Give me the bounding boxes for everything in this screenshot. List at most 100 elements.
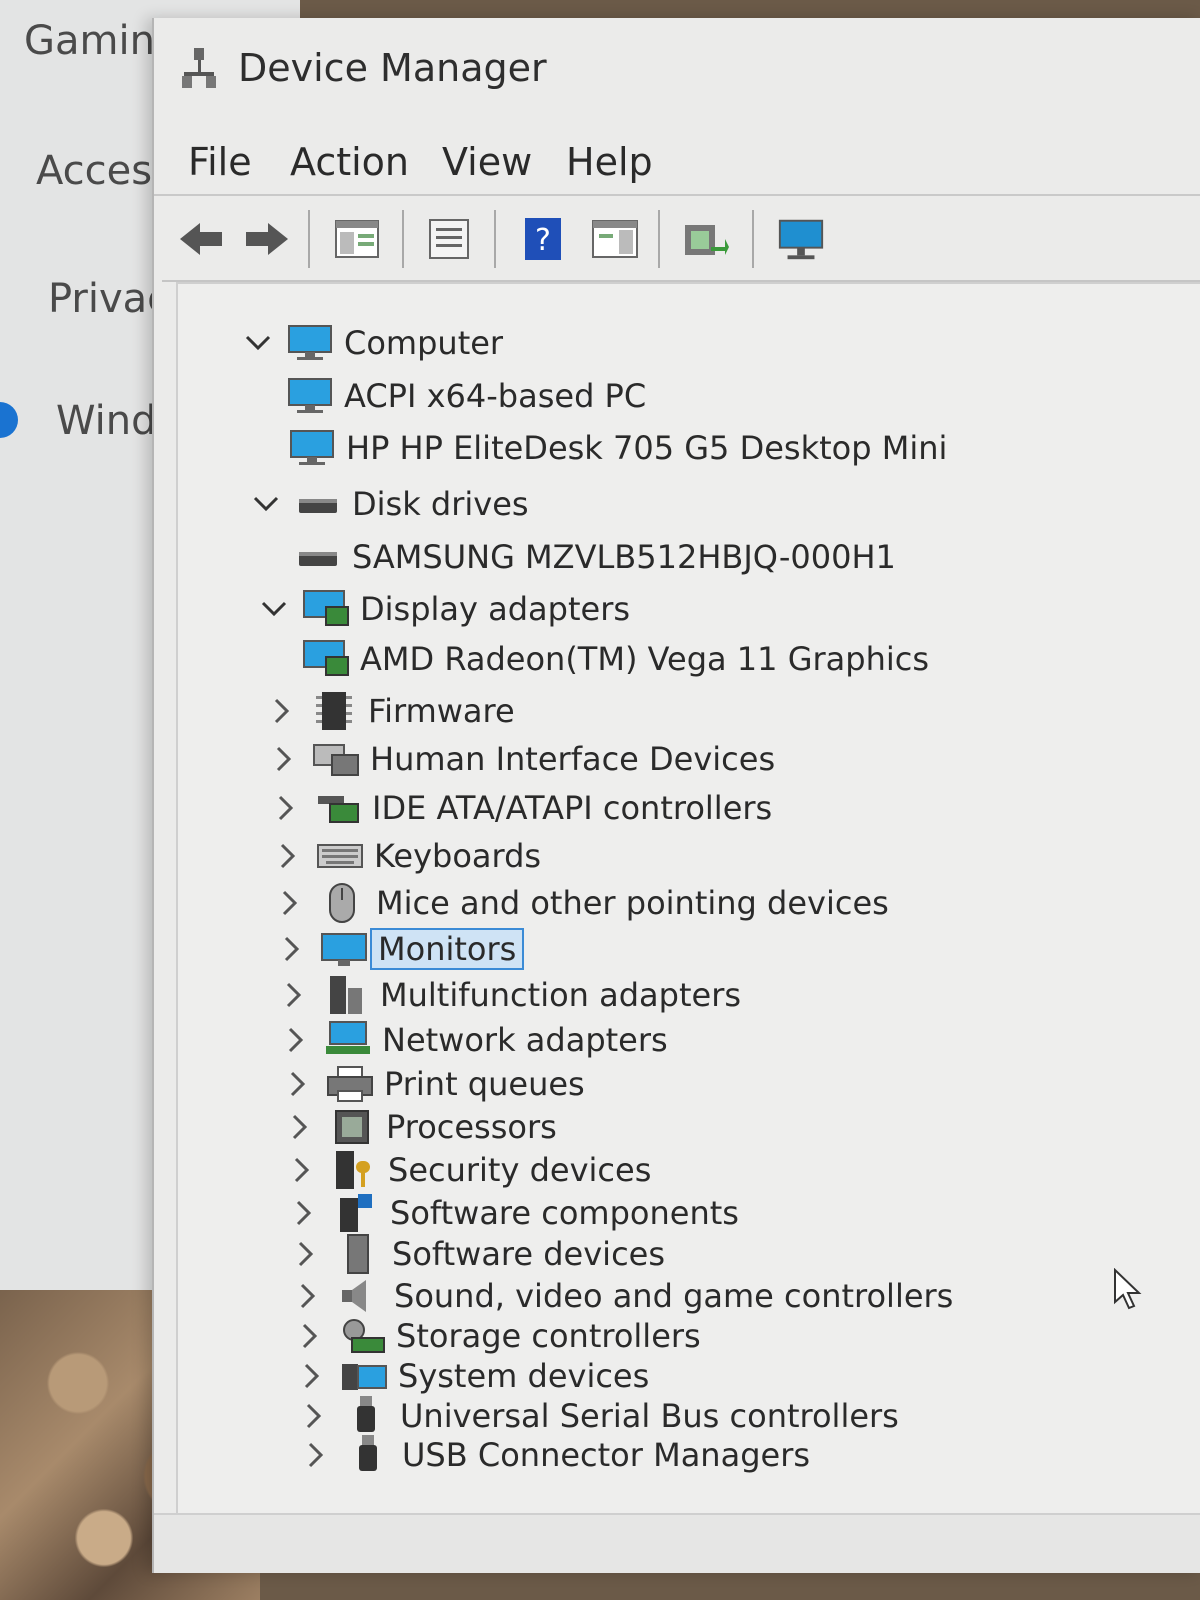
chevron-down-icon[interactable] [256, 591, 292, 627]
back-arrow-icon[interactable] [176, 214, 226, 264]
chevron-right-icon[interactable] [264, 693, 300, 729]
tree-row-label: Human Interface Devices [370, 740, 776, 778]
chevron-right-icon[interactable] [286, 1195, 322, 1231]
tree-row-acpi-x64-based-pc[interactable]: ACPI x64-based PC [286, 373, 646, 419]
chevron-right-icon[interactable] [288, 1236, 324, 1272]
menu-file[interactable]: File [188, 140, 252, 184]
tree-row-keyboards[interactable]: Keyboards [270, 833, 541, 879]
device-manager-icon [180, 46, 220, 94]
tree-row-label: System devices [398, 1357, 650, 1395]
chevron-right-icon[interactable] [290, 1278, 326, 1314]
tree-row-usb-connector-managers[interactable]: USB Connector Managers [298, 1432, 810, 1478]
tree-row-security-devices[interactable]: Security devices [284, 1147, 651, 1193]
printer-icon [326, 1064, 374, 1104]
tree-row-label: SAMSUNG MZVLB512HBJQ-000H1 [352, 538, 896, 576]
chevron-right-icon[interactable] [298, 1437, 334, 1473]
tree-row-network-adapters[interactable]: Network adapters [278, 1017, 668, 1063]
tree-row-disk-drives[interactable]: Disk drives [248, 481, 529, 527]
chevron-right-icon[interactable] [294, 1358, 330, 1394]
tree-row-label: Universal Serial Bus controllers [400, 1397, 899, 1435]
toolbar-separator [402, 210, 404, 268]
mouse-icon [318, 883, 366, 923]
update-driver-icon[interactable] [680, 214, 730, 264]
chevron-right-icon[interactable] [280, 1066, 316, 1102]
tree-row-firmware[interactable]: Firmware [264, 688, 515, 734]
chevron-right-icon[interactable] [278, 1022, 314, 1058]
tree-row-label: IDE ATA/ATAPI controllers [372, 789, 773, 827]
chevron-right-icon[interactable] [292, 1318, 328, 1354]
tree-row-label: ACPI x64-based PC [344, 377, 647, 415]
tree-row-human-interface-devices[interactable]: Human Interface Devices [266, 736, 775, 782]
chevron-right-icon[interactable] [274, 931, 310, 967]
tree-row-label: Keyboards [374, 837, 542, 875]
tree-row-label: Mice and other pointing devices [376, 884, 889, 922]
forward-arrow-icon[interactable] [242, 214, 292, 264]
tree-row-display-adapters[interactable]: Display adapters [256, 586, 630, 632]
toolbar-separator [658, 210, 660, 268]
chevron-right-icon[interactable] [270, 838, 306, 874]
tree-row-computer[interactable]: Computer [240, 320, 503, 366]
svg-text:?: ? [535, 223, 551, 258]
device-tree[interactable]: Computer ACPI x64-based PC HP HP EliteDesk… [176, 282, 1200, 1513]
keyboard-icon [316, 836, 364, 876]
ide-controller-icon [314, 788, 362, 828]
tree-row-label: USB Connector Managers [402, 1436, 811, 1474]
tree-row-samsung-mzvlb512hbjq-000h1[interactable]: SAMSUNG MZVLB512HBJQ-000H1 [294, 534, 896, 580]
tree-row-label: AMD Radeon(TM) Vega 11 Graphics [360, 640, 929, 678]
menu-action[interactable]: Action [290, 140, 409, 184]
title-bar[interactable]: Device Manager [154, 18, 1200, 118]
tree-row-label: Software components [390, 1194, 739, 1232]
system-device-icon [340, 1356, 388, 1396]
tree-row-amd-radeon-tm-vega-11-graphics[interactable]: AMD Radeon(TM) Vega 11 Graphics [302, 636, 929, 682]
action-pane-icon[interactable] [590, 214, 640, 264]
toolbar-separator [308, 210, 310, 268]
toolbar-separator [752, 210, 754, 268]
chevron-right-icon[interactable] [284, 1152, 320, 1188]
tree-row-print-queues[interactable]: Print queues [280, 1061, 585, 1107]
computer-icon [288, 428, 336, 468]
usb-icon [344, 1435, 392, 1475]
chevron-right-icon[interactable] [276, 977, 312, 1013]
tree-row-hp-hp-elitedesk-705-g5-desktop-mini[interactable]: HP HP EliteDesk 705 G5 Desktop Mini [288, 425, 947, 471]
chevron-right-icon[interactable] [296, 1398, 332, 1434]
chevron-right-icon[interactable] [266, 741, 302, 777]
chevron-right-icon[interactable] [282, 1109, 318, 1145]
tree-row-label: Display adapters [360, 590, 631, 628]
settings-nav-gaming[interactable]: Gamin [24, 18, 155, 64]
tree-row-label: Processors [386, 1108, 557, 1146]
tree-row-mice-and-other-pointing-devices[interactable]: Mice and other pointing devices [272, 880, 889, 926]
firmware-icon [310, 691, 358, 731]
properties-icon[interactable] [424, 214, 474, 264]
tree-row-label: Multifunction adapters [380, 976, 742, 1014]
tree-row-multifunction-adapters[interactable]: Multifunction adapters [276, 972, 741, 1018]
disk-drive-icon [294, 484, 342, 524]
show-hide-console-tree-icon[interactable] [332, 214, 382, 264]
hid-icon [312, 739, 360, 779]
toolbar: ? [162, 198, 1200, 282]
menu-help[interactable]: Help [566, 140, 653, 184]
network-adapter-icon [324, 1020, 372, 1060]
tree-row-label: Monitors [370, 928, 525, 970]
help-icon[interactable]: ? [518, 214, 568, 264]
tree-row-label: Network adapters [382, 1021, 668, 1059]
usb-icon [342, 1396, 390, 1436]
security-device-icon [330, 1150, 378, 1190]
storage-controller-icon [338, 1316, 386, 1356]
tree-row-ide-ata-atapi-controllers[interactable]: IDE ATA/ATAPI controllers [268, 785, 772, 831]
display-adapter-icon [302, 639, 350, 679]
chevron-right-icon[interactable] [272, 885, 308, 921]
chevron-right-icon[interactable] [268, 790, 304, 826]
chevron-down-icon[interactable] [248, 486, 284, 522]
tree-row-software-devices[interactable]: Software devices [288, 1231, 665, 1277]
menu-view[interactable]: View [442, 140, 532, 184]
toolbar-separator [494, 210, 496, 268]
tree-row-label: Security devices [388, 1151, 652, 1189]
tree-row-label: Print queues [384, 1065, 585, 1103]
device-manager-window: Device Manager File Action View Help ? C… [152, 18, 1200, 1573]
windows-update-icon [0, 402, 18, 438]
tree-row-monitors[interactable]: Monitors [274, 926, 525, 972]
scan-hardware-changes-icon[interactable] [776, 214, 826, 264]
chevron-down-icon[interactable] [240, 325, 276, 361]
tree-row-software-components[interactable]: Software components [286, 1190, 739, 1236]
tree-row-processors[interactable]: Processors [282, 1104, 557, 1150]
